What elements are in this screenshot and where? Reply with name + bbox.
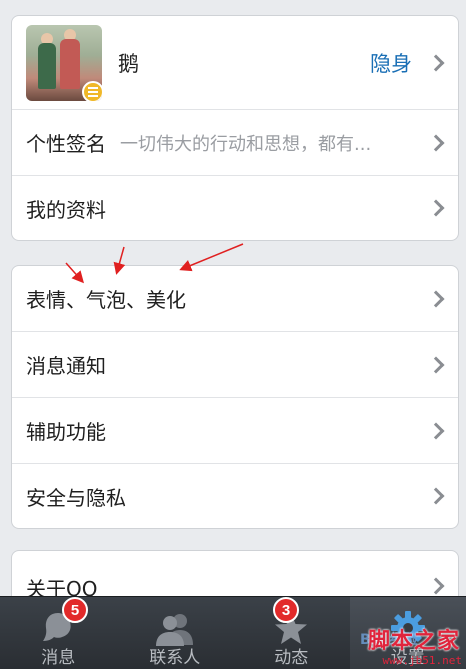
settings-group: 表情、气泡、美化 消息通知 辅助功能 安全与隐私 (11, 265, 459, 529)
site-watermark: 脚本之家 (367, 629, 460, 654)
settings-item-label: 表情、气泡、美化 (26, 288, 186, 312)
my-info-label: 我的资料 (26, 197, 106, 222)
tab-label: 联系人 (149, 648, 201, 668)
signature-label: 个性签名 (26, 132, 106, 156)
profile-group: 鹅 隐身 个性签名 一切伟大的行动和思想，都有... 我的资料 (11, 15, 459, 241)
online-status: 隐身 (370, 51, 412, 76)
settings-item-label: 辅助功能 (26, 420, 106, 444)
contacts-icon (155, 614, 193, 646)
tab-bar: 消息 5 联系人 动态 3 设置 Bai 经验 脚本之家 www.jb51.ne… (0, 596, 466, 669)
chevron-right-icon (427, 577, 445, 595)
chevron-right-icon (427, 290, 445, 307)
settings-item-label: 安全与隐私 (26, 485, 126, 510)
chevron-right-icon (427, 422, 445, 439)
signature-row[interactable]: 个性签名 一切伟大的行动和思想，都有... (12, 110, 458, 176)
site-watermark-url: www.jb51.net (382, 654, 462, 667)
unread-badge: 5 (62, 597, 88, 623)
chevron-right-icon (427, 356, 445, 373)
tab-messages[interactable]: 消息 5 (0, 597, 117, 669)
settings-item-accessibility[interactable]: 辅助功能 (12, 398, 458, 464)
unread-badge: 3 (273, 597, 299, 623)
nickname: 鹅 (118, 51, 139, 76)
settings-item-notifications[interactable]: 消息通知 (12, 332, 458, 398)
avatar[interactable] (26, 24, 102, 101)
chevron-right-icon (427, 487, 445, 505)
chevron-right-icon (427, 199, 445, 217)
signature-value: 一切伟大的行动和思想，都有... (120, 133, 372, 155)
chevron-right-icon (427, 54, 445, 71)
my-info-row[interactable]: 我的资料 (12, 176, 458, 240)
settings-item-appearance[interactable]: 表情、气泡、美化 (12, 266, 458, 332)
vip-badge-icon (82, 80, 102, 101)
chevron-right-icon (427, 134, 445, 151)
tab-contacts[interactable]: 联系人 (117, 597, 234, 669)
settings-item-label: 消息通知 (26, 354, 106, 378)
tab-label: 消息 (41, 648, 76, 668)
tab-feed[interactable]: 动态 3 (233, 597, 350, 669)
settings-item-security[interactable]: 安全与隐私 (12, 464, 458, 528)
tab-label: 动态 (274, 648, 309, 668)
profile-row[interactable]: 鹅 隐身 (12, 16, 458, 110)
